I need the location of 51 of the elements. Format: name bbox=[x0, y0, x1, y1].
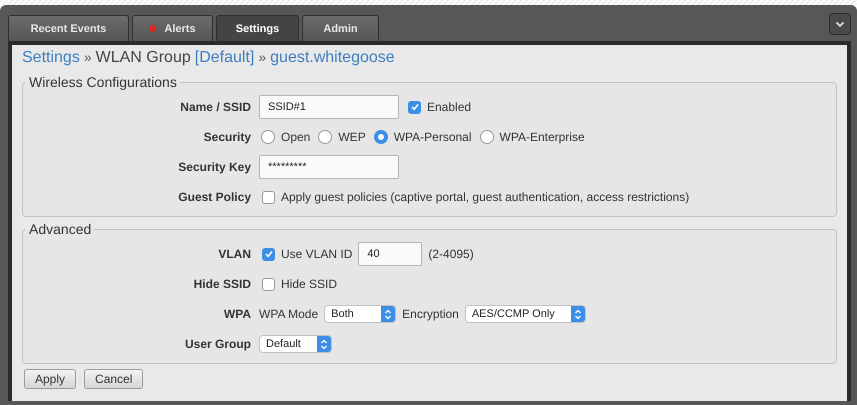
field-label: User Group bbox=[184, 337, 252, 351]
radio-button[interactable] bbox=[318, 130, 332, 144]
chevron-down-icon bbox=[835, 20, 845, 28]
checkbox[interactable] bbox=[262, 278, 275, 290]
vlan-id-field[interactable]: 40 bbox=[358, 242, 422, 266]
select-label: Encryption bbox=[402, 307, 459, 321]
checkbox-label: Enabled bbox=[427, 100, 472, 114]
text-field[interactable]: SSID#1 bbox=[259, 95, 399, 119]
field-label: Guest Policy bbox=[177, 190, 252, 204]
up-down-chevron-icon bbox=[574, 308, 582, 320]
radio-button[interactable] bbox=[261, 130, 275, 144]
breadcrumb-text: WLAN Group bbox=[96, 49, 191, 67]
checkmark-icon bbox=[264, 249, 274, 259]
checkbox-label: Hide SSID bbox=[281, 277, 338, 291]
radio-label: WPA-Enterprise bbox=[500, 130, 585, 144]
select-dropdown[interactable]: Default bbox=[259, 335, 332, 353]
radio-label: WEP bbox=[338, 130, 366, 144]
select-dropdown[interactable]: Both bbox=[324, 305, 396, 323]
tab[interactable]: Settings bbox=[216, 15, 299, 41]
field-label: WPA bbox=[222, 307, 252, 321]
tab[interactable]: Alerts bbox=[132, 15, 213, 41]
select-label: WPA Mode bbox=[259, 307, 318, 321]
section-title: Advanced bbox=[28, 221, 92, 237]
password-field[interactable]: ********* bbox=[259, 155, 399, 179]
form-button[interactable]: Apply bbox=[24, 369, 76, 389]
tab[interactable]: Recent Events bbox=[8, 15, 129, 41]
dropdown-button[interactable] bbox=[829, 13, 851, 35]
range-hint: (2-4095) bbox=[428, 247, 474, 261]
field-label: Security Key bbox=[177, 160, 252, 174]
radio-label: WPA-Personal bbox=[394, 130, 472, 144]
radio-button[interactable] bbox=[374, 130, 388, 144]
checkbox[interactable] bbox=[262, 190, 275, 204]
breadcrumb-separator: » bbox=[84, 49, 92, 65]
field-label: VLAN bbox=[217, 247, 252, 261]
checkbox-label: Apply guest policies (captive portal, guest authentication, access restrictions) bbox=[281, 190, 690, 204]
field-label: Hide SSID bbox=[192, 277, 252, 291]
checkbox-label: Use VLAN ID bbox=[281, 247, 352, 261]
up-down-chevron-icon bbox=[320, 338, 328, 350]
field-label: Name / SSID bbox=[179, 100, 252, 114]
section-title: Wireless Configurations bbox=[28, 74, 178, 90]
checkbox[interactable] bbox=[408, 100, 421, 114]
radio-button[interactable] bbox=[480, 130, 494, 144]
tab[interactable]: Admin bbox=[302, 15, 379, 41]
field-label: Security bbox=[202, 130, 252, 144]
up-down-chevron-icon bbox=[384, 308, 392, 320]
checkmark-icon bbox=[410, 102, 420, 112]
radio-label: Open bbox=[281, 130, 310, 144]
select-dropdown[interactable]: AES/CCMP Only bbox=[464, 305, 586, 323]
checkbox[interactable] bbox=[262, 248, 275, 260]
breadcrumb-separator: » bbox=[258, 49, 266, 65]
form-button[interactable]: Cancel bbox=[84, 369, 144, 389]
